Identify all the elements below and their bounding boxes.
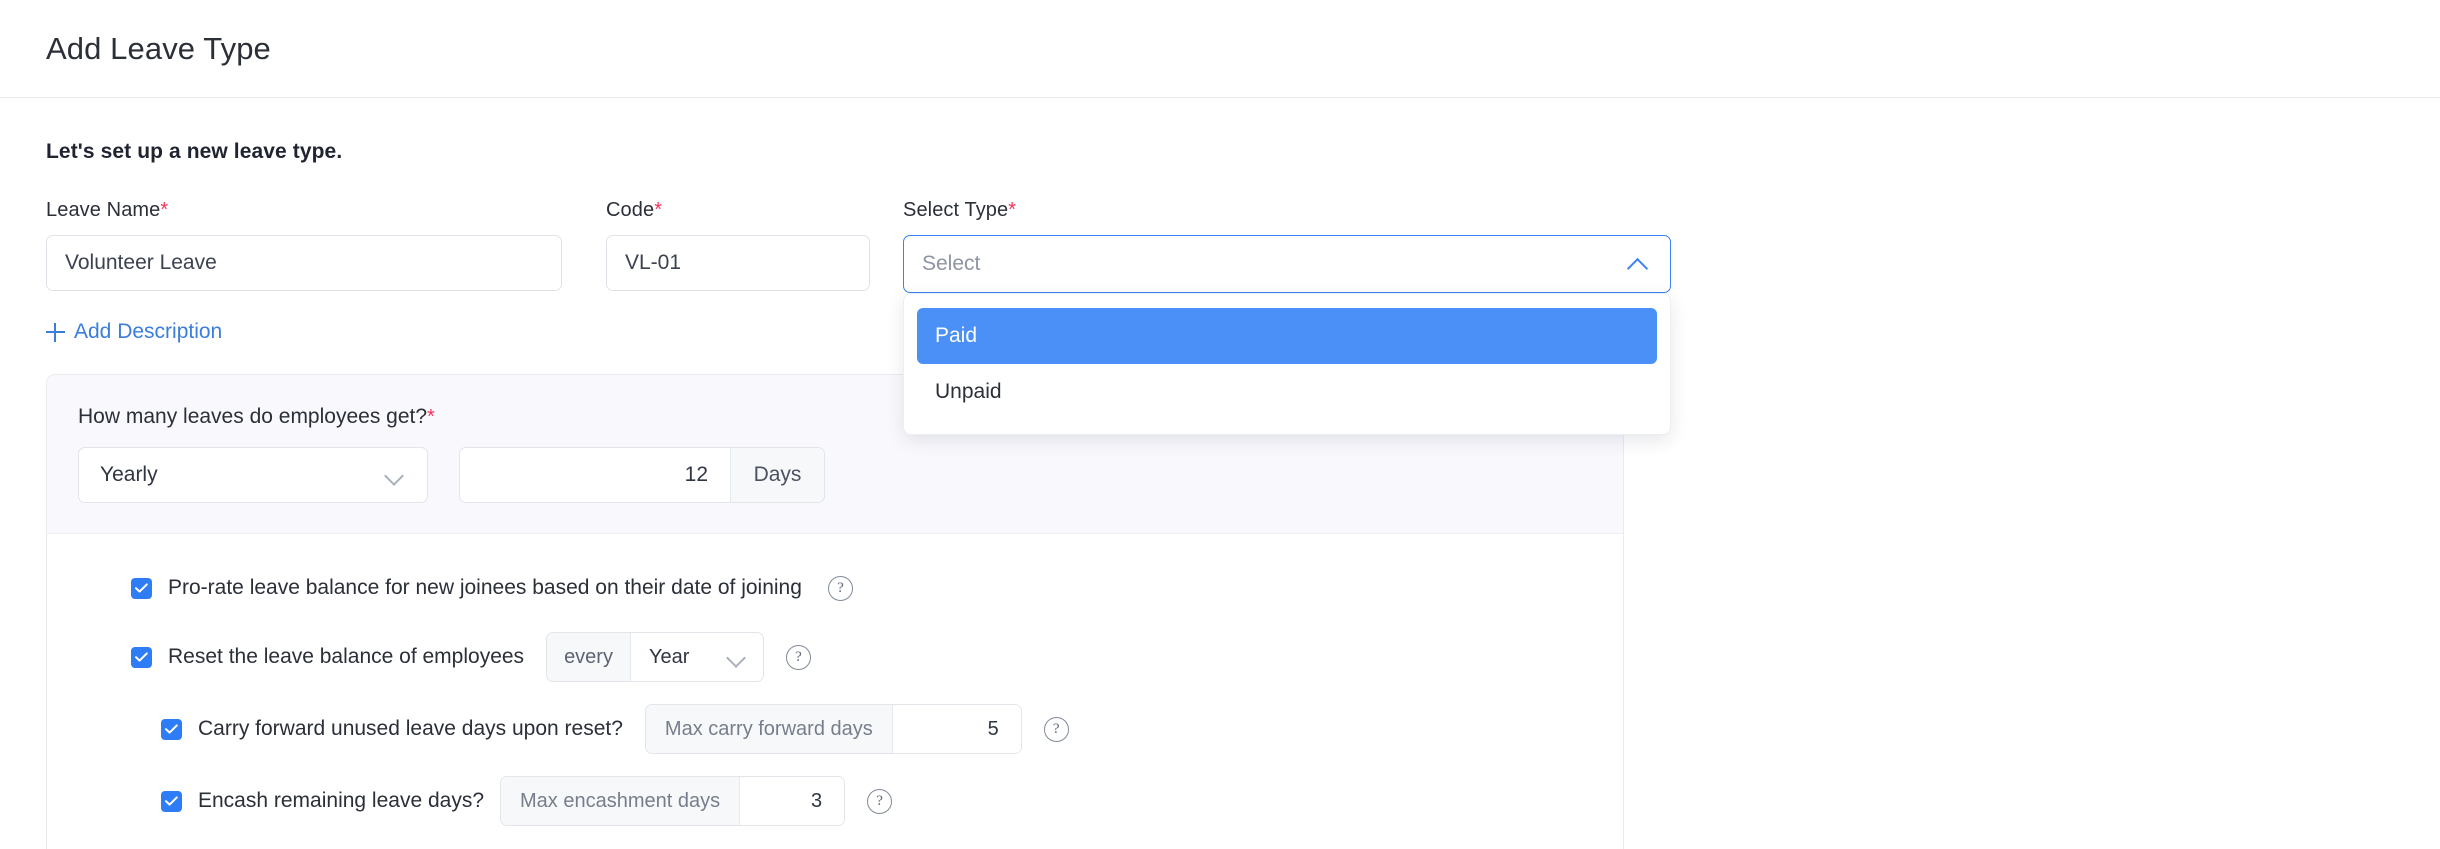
field-leave-name: Leave Name* Volunteer Leave bbox=[46, 199, 562, 291]
frequency-value: Yearly bbox=[100, 463, 158, 487]
select-type-options-panel: Paid Unpaid bbox=[903, 293, 1671, 435]
select-type-option-unpaid[interactable]: Unpaid bbox=[917, 364, 1657, 420]
chevron-up-icon[interactable] bbox=[1628, 258, 1648, 270]
max-carry-forward-value: 5 bbox=[988, 718, 999, 741]
leave-name-label-text: Leave Name bbox=[46, 199, 160, 221]
plus-icon bbox=[46, 323, 65, 342]
option-label-reset-balance: Reset the leave balance of employees bbox=[168, 645, 524, 669]
code-input[interactable]: VL-01 bbox=[606, 235, 870, 291]
options-section: Pro-rate leave balance for new joinees b… bbox=[47, 534, 1623, 849]
chevron-down-icon[interactable] bbox=[385, 469, 405, 481]
page-title: Add Leave Type bbox=[46, 31, 271, 67]
checkbox-carry-forward[interactable] bbox=[161, 719, 182, 740]
option-row-pro-rate: Pro-rate leave balance for new joinees b… bbox=[47, 566, 1623, 610]
leave-name-label: Leave Name* bbox=[46, 199, 562, 222]
checkbox-reset-balance[interactable] bbox=[131, 647, 152, 668]
add-description-link[interactable]: Add Description bbox=[46, 320, 222, 344]
quantity-group: 12 Days bbox=[459, 447, 825, 503]
add-leave-type-page: Add Leave Type Let's set up a new leave … bbox=[0, 0, 2440, 849]
max-carry-forward-label: Max carry forward days bbox=[646, 705, 893, 753]
required-asterisk: * bbox=[654, 199, 662, 221]
quantity-input[interactable]: 12 bbox=[460, 448, 730, 502]
leave-settings-card: How many leaves do employees get?* Yearl… bbox=[46, 374, 1624, 849]
option-label: Paid bbox=[935, 324, 977, 348]
max-carry-forward-group: Max carry forward days 5 bbox=[645, 704, 1022, 754]
option-row-reset-balance: Reset the leave balance of employees eve… bbox=[47, 632, 1623, 682]
max-encashment-group: Max encashment days 3 bbox=[500, 776, 845, 826]
option-label: Unpaid bbox=[935, 380, 1002, 404]
reset-period-value: Year bbox=[649, 646, 689, 669]
option-label-carry-forward: Carry forward unused leave days upon res… bbox=[198, 717, 623, 741]
reset-period-prefix: every bbox=[547, 633, 631, 681]
frequency-select[interactable]: Yearly bbox=[78, 447, 428, 503]
question-mark-icon[interactable]: ? bbox=[1044, 717, 1069, 742]
option-row-encash: Encash remaining leave days? Max encashm… bbox=[47, 776, 1623, 826]
question-mark-icon[interactable]: ? bbox=[786, 645, 811, 670]
max-encashment-value: 3 bbox=[811, 790, 822, 813]
question-mark-icon[interactable]: ? bbox=[828, 576, 853, 601]
allowance-controls: Yearly 12 Days bbox=[78, 447, 1623, 503]
select-type-dropdown[interactable]: Select bbox=[903, 235, 1671, 293]
code-value: VL-01 bbox=[625, 251, 681, 275]
checkbox-pro-rate[interactable] bbox=[131, 578, 152, 599]
allowance-question-text: How many leaves do employees get? bbox=[78, 405, 427, 428]
checkbox-encash[interactable] bbox=[161, 791, 182, 812]
required-asterisk: * bbox=[160, 199, 168, 221]
max-encashment-input[interactable]: 3 bbox=[740, 777, 844, 825]
option-row-carry-forward: Carry forward unused leave days upon res… bbox=[47, 704, 1623, 754]
chevron-down-icon[interactable] bbox=[727, 651, 747, 663]
fields-row: Leave Name* Volunteer Leave Code* VL-01 … bbox=[46, 199, 2440, 293]
required-asterisk: * bbox=[1008, 199, 1016, 221]
intro-text: Let's set up a new leave type. bbox=[46, 140, 2440, 164]
leave-name-input[interactable]: Volunteer Leave bbox=[46, 235, 562, 291]
quantity-unit-label: Days bbox=[730, 448, 824, 502]
code-label-text: Code bbox=[606, 199, 654, 221]
page-header: Add Leave Type bbox=[0, 0, 2440, 98]
field-code: Code* VL-01 bbox=[606, 199, 870, 291]
select-type-label: Select Type* bbox=[903, 199, 1671, 222]
max-encashment-label: Max encashment days bbox=[501, 777, 740, 825]
select-type-label-text: Select Type bbox=[903, 199, 1008, 221]
max-carry-forward-input[interactable]: 5 bbox=[893, 705, 1021, 753]
field-select-type: Select Type* Select Paid Unpaid bbox=[903, 199, 1671, 293]
required-asterisk: * bbox=[427, 406, 435, 428]
page-body: Let's set up a new leave type. Leave Nam… bbox=[0, 98, 2440, 849]
select-type-option-paid[interactable]: Paid bbox=[917, 308, 1657, 364]
select-type-placeholder: Select bbox=[922, 252, 980, 276]
question-mark-icon[interactable]: ? bbox=[867, 789, 892, 814]
reset-period-group: every Year bbox=[546, 632, 764, 682]
leave-name-value: Volunteer Leave bbox=[65, 251, 217, 275]
reset-period-select[interactable]: Year bbox=[631, 633, 763, 681]
quantity-value: 12 bbox=[685, 463, 708, 487]
add-description-label: Add Description bbox=[74, 320, 222, 344]
option-label-encash: Encash remaining leave days? bbox=[198, 789, 484, 813]
option-label-pro-rate: Pro-rate leave balance for new joinees b… bbox=[168, 576, 802, 600]
code-label: Code* bbox=[606, 199, 870, 222]
